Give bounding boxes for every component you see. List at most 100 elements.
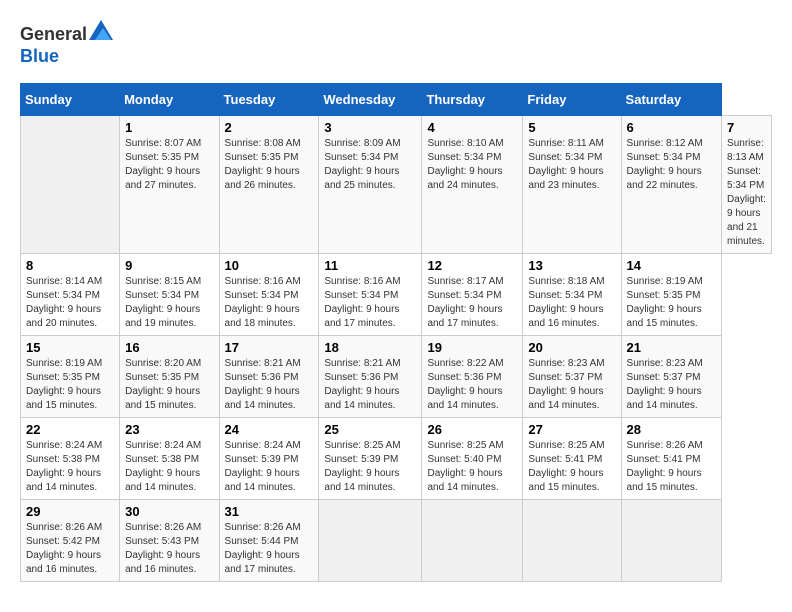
day-header-thursday: Thursday <box>422 84 523 116</box>
day-info: Sunrise: 8:13 AMSunset: 5:34 PMDaylight:… <box>727 137 766 249</box>
day-info: Sunrise: 8:15 AMSunset: 5:34 PMDaylight:… <box>125 275 213 331</box>
day-number: 24 <box>225 422 314 437</box>
day-info: Sunrise: 8:21 AMSunset: 5:36 PMDaylight:… <box>324 357 416 413</box>
calendar-cell <box>422 500 523 582</box>
day-number: 15 <box>26 340 114 355</box>
day-number: 14 <box>627 258 716 273</box>
day-number: 1 <box>125 120 213 135</box>
day-info: Sunrise: 8:22 AMSunset: 5:36 PMDaylight:… <box>427 357 517 413</box>
logo-blue: Blue <box>20 46 59 66</box>
day-number: 25 <box>324 422 416 437</box>
calendar-cell: 13Sunrise: 8:18 AMSunset: 5:34 PMDayligh… <box>523 254 621 336</box>
calendar-cell: 10 Sunrise: 8:16 AMSunset: 5:34 PMDayligh… <box>219 254 319 336</box>
day-info: Sunrise: 8:19 AMSunset: 5:35 PMDaylight:… <box>627 275 716 331</box>
calendar-cell: 25 Sunrise: 8:25 AMSunset: 5:39 PMDayligh… <box>319 418 422 500</box>
day-header-friday: Friday <box>523 84 621 116</box>
calendar-cell: 12 Sunrise: 8:17 AMSunset: 5:34 PMDayligh… <box>422 254 523 336</box>
day-header-wednesday: Wednesday <box>319 84 422 116</box>
week-row-4: 29 Sunrise: 8:26 AMSunset: 5:42 PMDayligh… <box>21 500 772 582</box>
day-number: 19 <box>427 340 517 355</box>
day-header-sunday: Sunday <box>21 84 120 116</box>
calendar-cell: 4 Sunrise: 8:10 AMSunset: 5:34 PMDaylight… <box>422 116 523 254</box>
day-number: 30 <box>125 504 213 519</box>
day-number: 21 <box>627 340 716 355</box>
calendar-cell: 2Sunrise: 8:08 AMSunset: 5:35 PMDaylight… <box>219 116 319 254</box>
day-number: 31 <box>225 504 314 519</box>
day-info: Sunrise: 8:11 AMSunset: 5:34 PMDaylight:… <box>528 137 615 193</box>
day-info: Sunrise: 8:25 AMSunset: 5:40 PMDaylight:… <box>427 439 517 495</box>
day-info: Sunrise: 8:14 AMSunset: 5:34 PMDaylight:… <box>26 275 114 331</box>
day-number: 12 <box>427 258 517 273</box>
calendar-cell: 7Sunrise: 8:13 AMSunset: 5:34 PMDaylight… <box>722 116 772 254</box>
day-number: 18 <box>324 340 416 355</box>
day-info: Sunrise: 8:26 AMSunset: 5:43 PMDaylight:… <box>125 521 213 577</box>
calendar-cell: 28 Sunrise: 8:26 AMSunset: 5:41 PMDayligh… <box>621 418 721 500</box>
calendar-body: 1Sunrise: 8:07 AMSunset: 5:35 PMDaylight… <box>21 116 772 582</box>
day-info: Sunrise: 8:09 AMSunset: 5:34 PMDaylight:… <box>324 137 416 193</box>
calendar-cell: 27 Sunrise: 8:25 AMSunset: 5:41 PMDayligh… <box>523 418 621 500</box>
calendar-cell: 31 Sunrise: 8:26 AMSunset: 5:44 PMDayligh… <box>219 500 319 582</box>
calendar-cell: 6Sunrise: 8:12 AMSunset: 5:34 PMDaylight… <box>621 116 721 254</box>
day-info: Sunrise: 8:18 AMSunset: 5:34 PMDaylight:… <box>528 275 615 331</box>
calendar-cell: 15 Sunrise: 8:19 AMSunset: 5:35 PMDayligh… <box>21 336 120 418</box>
day-number: 11 <box>324 258 416 273</box>
day-number: 3 <box>324 120 416 135</box>
day-number: 28 <box>627 422 716 437</box>
day-info: Sunrise: 8:26 AMSunset: 5:42 PMDaylight:… <box>26 521 114 577</box>
day-number: 2 <box>225 120 314 135</box>
logo: General Blue <box>20 20 113 67</box>
day-number: 23 <box>125 422 213 437</box>
week-row-3: 22 Sunrise: 8:24 AMSunset: 5:38 PMDayligh… <box>21 418 772 500</box>
day-number: 27 <box>528 422 615 437</box>
day-number: 22 <box>26 422 114 437</box>
day-number: 9 <box>125 258 213 273</box>
day-info: Sunrise: 8:25 AMSunset: 5:39 PMDaylight:… <box>324 439 416 495</box>
day-number: 5 <box>528 120 615 135</box>
day-number: 17 <box>225 340 314 355</box>
days-header-row: SundayMondayTuesdayWednesdayThursdayFrid… <box>21 84 772 116</box>
day-info: Sunrise: 8:26 AMSunset: 5:44 PMDaylight:… <box>225 521 314 577</box>
calendar-cell: 30 Sunrise: 8:26 AMSunset: 5:43 PMDayligh… <box>120 500 219 582</box>
day-info: Sunrise: 8:24 AMSunset: 5:38 PMDaylight:… <box>26 439 114 495</box>
calendar-cell: 29 Sunrise: 8:26 AMSunset: 5:42 PMDayligh… <box>21 500 120 582</box>
calendar-cell <box>21 116 120 254</box>
day-info: Sunrise: 8:21 AMSunset: 5:36 PMDaylight:… <box>225 357 314 413</box>
day-number: 29 <box>26 504 114 519</box>
calendar-table: SundayMondayTuesdayWednesdayThursdayFrid… <box>20 83 772 582</box>
day-info: Sunrise: 8:20 AMSunset: 5:35 PMDaylight:… <box>125 357 213 413</box>
calendar-cell: 24Sunrise: 8:24 AMSunset: 5:39 PMDayligh… <box>219 418 319 500</box>
day-info: Sunrise: 8:23 AMSunset: 5:37 PMDaylight:… <box>528 357 615 413</box>
calendar-cell: 18 Sunrise: 8:21 AMSunset: 5:36 PMDayligh… <box>319 336 422 418</box>
day-info: Sunrise: 8:26 AMSunset: 5:41 PMDaylight:… <box>627 439 716 495</box>
calendar-cell: 3 Sunrise: 8:09 AMSunset: 5:34 PMDaylight… <box>319 116 422 254</box>
calendar-cell: 19 Sunrise: 8:22 AMSunset: 5:36 PMDayligh… <box>422 336 523 418</box>
day-header-monday: Monday <box>120 84 219 116</box>
logo-general: General <box>20 24 87 44</box>
day-number: 6 <box>627 120 716 135</box>
day-number: 10 <box>225 258 314 273</box>
day-info: Sunrise: 8:17 AMSunset: 5:34 PMDaylight:… <box>427 275 517 331</box>
week-row-0: 1Sunrise: 8:07 AMSunset: 5:35 PMDaylight… <box>21 116 772 254</box>
calendar-cell: 1Sunrise: 8:07 AMSunset: 5:35 PMDaylight… <box>120 116 219 254</box>
calendar-cell: 22 Sunrise: 8:24 AMSunset: 5:38 PMDayligh… <box>21 418 120 500</box>
day-info: Sunrise: 8:19 AMSunset: 5:35 PMDaylight:… <box>26 357 114 413</box>
day-info: Sunrise: 8:10 AMSunset: 5:34 PMDaylight:… <box>427 137 517 193</box>
calendar-cell <box>523 500 621 582</box>
day-info: Sunrise: 8:25 AMSunset: 5:41 PMDaylight:… <box>528 439 615 495</box>
calendar-cell: 26 Sunrise: 8:25 AMSunset: 5:40 PMDayligh… <box>422 418 523 500</box>
day-number: 20 <box>528 340 615 355</box>
day-info: Sunrise: 8:23 AMSunset: 5:37 PMDaylight:… <box>627 357 716 413</box>
week-row-1: 8 Sunrise: 8:14 AMSunset: 5:34 PMDaylight… <box>21 254 772 336</box>
calendar-cell: 21 Sunrise: 8:23 AMSunset: 5:37 PMDayligh… <box>621 336 721 418</box>
day-info: Sunrise: 8:16 AMSunset: 5:34 PMDaylight:… <box>324 275 416 331</box>
calendar-cell <box>621 500 721 582</box>
day-number: 8 <box>26 258 114 273</box>
logo-icon <box>89 20 113 40</box>
day-info: Sunrise: 8:24 AMSunset: 5:38 PMDaylight:… <box>125 439 213 495</box>
calendar-cell: 9 Sunrise: 8:15 AMSunset: 5:34 PMDaylight… <box>120 254 219 336</box>
calendar-cell: 17 Sunrise: 8:21 AMSunset: 5:36 PMDayligh… <box>219 336 319 418</box>
calendar-cell: 14 Sunrise: 8:19 AMSunset: 5:35 PMDayligh… <box>621 254 721 336</box>
day-number: 4 <box>427 120 517 135</box>
day-info: Sunrise: 8:16 AMSunset: 5:34 PMDaylight:… <box>225 275 314 331</box>
day-number: 26 <box>427 422 517 437</box>
